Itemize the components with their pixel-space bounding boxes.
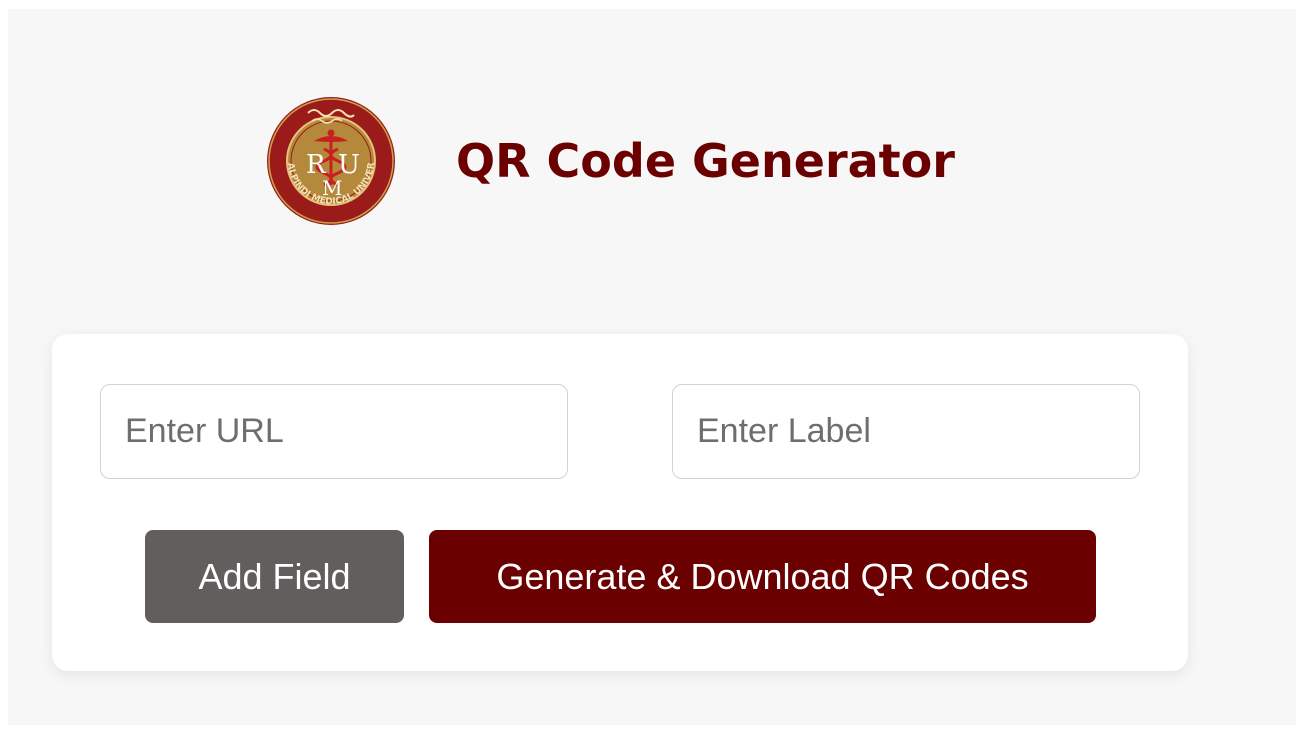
generator-card: Add Field Generate & Download QR Codes — [52, 334, 1188, 671]
university-logo-icon: RAWALPINDI MEDICAL UNIVERSITY R U M — [266, 87, 395, 225]
page-background: RAWALPINDI MEDICAL UNIVERSITY R U M QR C… — [8, 9, 1296, 725]
url-input[interactable] — [100, 384, 568, 479]
label-input[interactable] — [672, 384, 1140, 479]
generate-download-button[interactable]: Generate & Download QR Codes — [429, 530, 1096, 623]
page-header: RAWALPINDI MEDICAL UNIVERSITY R U M QR C… — [266, 87, 955, 235]
page-title: QR Code Generator — [456, 134, 955, 188]
field-row — [100, 384, 1140, 479]
add-field-button[interactable]: Add Field — [145, 530, 404, 623]
action-buttons: Add Field Generate & Download QR Codes — [145, 530, 1096, 623]
logo-letter-m: M — [322, 176, 342, 200]
